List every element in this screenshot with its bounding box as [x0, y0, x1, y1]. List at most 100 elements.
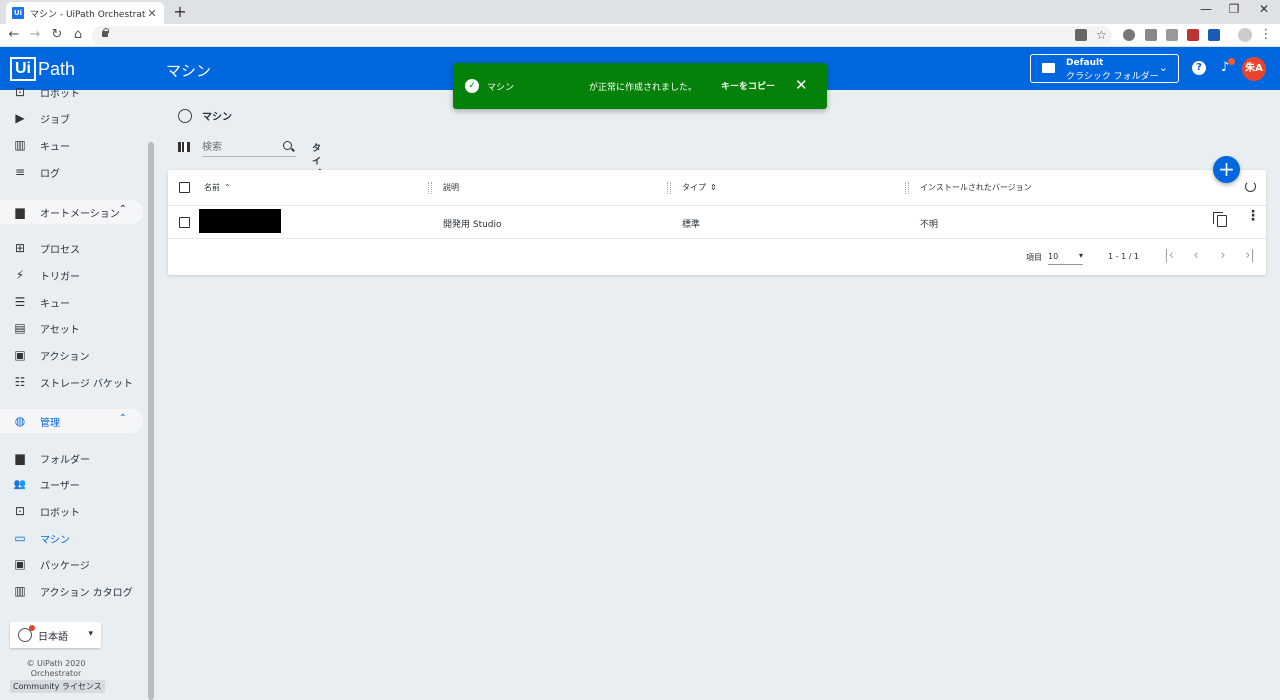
next-page-button[interactable]: ›: [1216, 248, 1230, 263]
notification-badge: [1228, 58, 1235, 65]
window-minimize-button[interactable]: —: [1196, 2, 1216, 16]
license-badge[interactable]: Community ライセンス: [10, 680, 105, 693]
sidebar-item-robots-admin[interactable]: ⊡ ロボット: [0, 499, 143, 523]
sidebar-section-admin[interactable]: ◍ 管理 ⌃: [0, 409, 143, 433]
sidebar-item-triggers[interactable]: ⚡ トリガー: [0, 263, 143, 287]
storage-icon: ☷: [14, 375, 26, 389]
globe-icon: ◍: [14, 414, 26, 428]
copy-key-button[interactable]: キーをコピー: [721, 79, 775, 92]
sidebar-item-folders[interactable]: ▆ フォルダー: [0, 446, 143, 470]
copy-icon[interactable]: [1213, 212, 1227, 227]
search-icon[interactable]: [283, 141, 292, 150]
browser-tab-title: マシン - UiPath Orchestrator: [30, 9, 146, 20]
page-size-select[interactable]: 10 ▾: [1048, 249, 1083, 265]
row-checkbox[interactable]: [179, 217, 190, 228]
uipath-logo[interactable]: Ui Path: [10, 57, 75, 81]
pagination: 項目 10 ▾ 1 - 1 / 1 |‹ ‹ › ›|: [168, 239, 1266, 275]
sidebar-item-actions[interactable]: ▣ アクション: [0, 343, 143, 367]
folder-selector[interactable]: Default クラシック フォルダー ⌄: [1030, 54, 1179, 83]
column-resize-handle[interactable]: [905, 182, 909, 194]
folder-type: クラシック フォルダー: [1066, 72, 1159, 82]
home-button[interactable]: ⌂: [70, 27, 86, 43]
lock-icon: [102, 28, 109, 37]
sidebar-item-users[interactable]: 👥 ユーザー: [0, 472, 143, 496]
sidebar-section-automation[interactable]: ▆ オートメーション ⌃: [0, 200, 143, 224]
reload-button[interactable]: ↻: [49, 27, 65, 43]
url-bar[interactable]: [92, 26, 1112, 45]
package-icon: ▣: [14, 557, 26, 571]
sidebar-scrollbar[interactable]: [148, 142, 154, 700]
browser-menu-icon[interactable]: ⋮: [1258, 27, 1274, 43]
column-header-name[interactable]: 名前 ⌃: [204, 182, 231, 193]
translate-icon[interactable]: [1075, 29, 1087, 41]
table-row[interactable]: 開発用 Studio 標準 不明 ⋮: [168, 206, 1266, 239]
back-button[interactable]: ←: [6, 27, 22, 43]
table-header: 名前 ⌃ 説明 タイプ ⇕ インストールされたバージョン: [168, 170, 1266, 206]
window-close-button[interactable]: ✕: [1254, 2, 1274, 16]
sort-asc-icon: ⌃: [224, 183, 231, 192]
extension-icon[interactable]: [1123, 29, 1135, 41]
robot-icon: ⊡: [14, 85, 26, 99]
sidebar-item-processes[interactable]: ⊞ プロセス: [0, 236, 143, 260]
browser-addressbar: ← → ↻ ⌂ ☆ ⋮: [0, 24, 1280, 47]
chart-icon: ▥: [14, 138, 26, 152]
dropdown-arrow-icon: ▾: [88, 629, 93, 639]
cell-type: 標準: [682, 220, 701, 230]
globe-icon: [18, 625, 35, 642]
items-per-page-label: 項目: [1026, 253, 1042, 262]
sidebar-item-queues-monitor[interactable]: ▥ キュー: [0, 133, 143, 157]
column-header-type[interactable]: タイプ ⇕: [682, 182, 717, 193]
list-icon: ≡: [14, 165, 26, 179]
column-header-description[interactable]: 説明: [443, 182, 459, 193]
search-input[interactable]: [202, 139, 278, 156]
pdf-extension-icon[interactable]: [1187, 29, 1199, 41]
first-page-button[interactable]: |‹: [1162, 248, 1176, 263]
column-header-installed-version[interactable]: インストールされたバージョン: [920, 182, 1032, 193]
bolt-icon: ⚡: [15, 268, 25, 282]
columns-icon[interactable]: [178, 142, 190, 152]
sidebar-item-machines[interactable]: ▭ マシン: [0, 526, 143, 550]
prev-page-button[interactable]: ‹: [1189, 248, 1203, 263]
chevron-down-icon: ⌄: [1158, 61, 1168, 74]
asset-icon: ▤: [14, 321, 26, 335]
window-restore-button[interactable]: ❐: [1224, 2, 1244, 16]
more-options-icon[interactable]: ⋮: [1246, 209, 1260, 223]
forward-button[interactable]: →: [27, 27, 43, 43]
browser-tab[interactable]: Ui マシン - UiPath Orchestrator ✕: [6, 2, 164, 24]
sidebar-item-logs[interactable]: ≡ ログ: [0, 160, 143, 184]
select-all-checkbox[interactable]: [179, 182, 190, 193]
clipboard-icon: ▣: [14, 348, 26, 362]
star-icon[interactable]: ☆: [1096, 29, 1108, 41]
new-tab-button[interactable]: +: [172, 2, 188, 21]
refresh-icon[interactable]: [1245, 181, 1256, 192]
users-icon: 👥: [13, 478, 27, 490]
chat-extension-icon[interactable]: [1166, 29, 1178, 41]
stack-icon: ☰: [14, 295, 26, 309]
sidebar-item-jobs[interactable]: ▶ ジョブ: [0, 106, 143, 130]
sidebar-item-assets[interactable]: ▤ アセット: [0, 316, 143, 340]
uipath-extension-icon[interactable]: [1208, 29, 1220, 41]
camera-extension-icon[interactable]: [1145, 29, 1157, 41]
column-resize-handle[interactable]: [428, 182, 432, 194]
last-page-button[interactable]: ›|: [1243, 248, 1257, 263]
monitor-icon: ▭: [14, 531, 26, 545]
sidebar-item-packages[interactable]: ▣ パッケージ: [0, 552, 143, 576]
sidebar-item-storage-buckets[interactable]: ☷ ストレージ バケット: [0, 370, 143, 394]
sidebar-item-robots[interactable]: ⊡ ロボット: [0, 80, 143, 104]
copyright: © UiPath 2020 Orchestrator: [26, 659, 86, 678]
help-icon[interactable]: ?: [1192, 61, 1206, 75]
add-machine-button[interactable]: +: [1213, 156, 1240, 183]
check-circle-icon: ✓: [465, 79, 479, 93]
language-select[interactable]: 日本語 ▾: [10, 622, 101, 648]
sidebar-item-action-catalogs[interactable]: ▥ アクション カタログ: [0, 579, 143, 603]
dropdown-arrow-icon: ▾: [1078, 251, 1083, 260]
avatar[interactable]: 朱A: [1242, 57, 1266, 81]
close-icon[interactable]: ✕: [795, 76, 808, 94]
sidebar: ⊡ ロボット ▶ ジョブ ▥ キュー ≡ ログ ▆ オートメーション ⌃ ⊞ プロセス ⚡ トリ…: [0, 85, 150, 700]
folder-icon: ▆: [15, 451, 25, 465]
column-resize-handle[interactable]: [667, 182, 671, 194]
tab-close-icon[interactable]: ✕: [146, 7, 158, 20]
profile-icon[interactable]: [1238, 28, 1252, 42]
sidebar-item-queues[interactable]: ☰ キュー: [0, 290, 143, 314]
browser-tabbar: Ui マシン - UiPath Orchestrator ✕ + — ❐ ✕: [0, 0, 1280, 24]
